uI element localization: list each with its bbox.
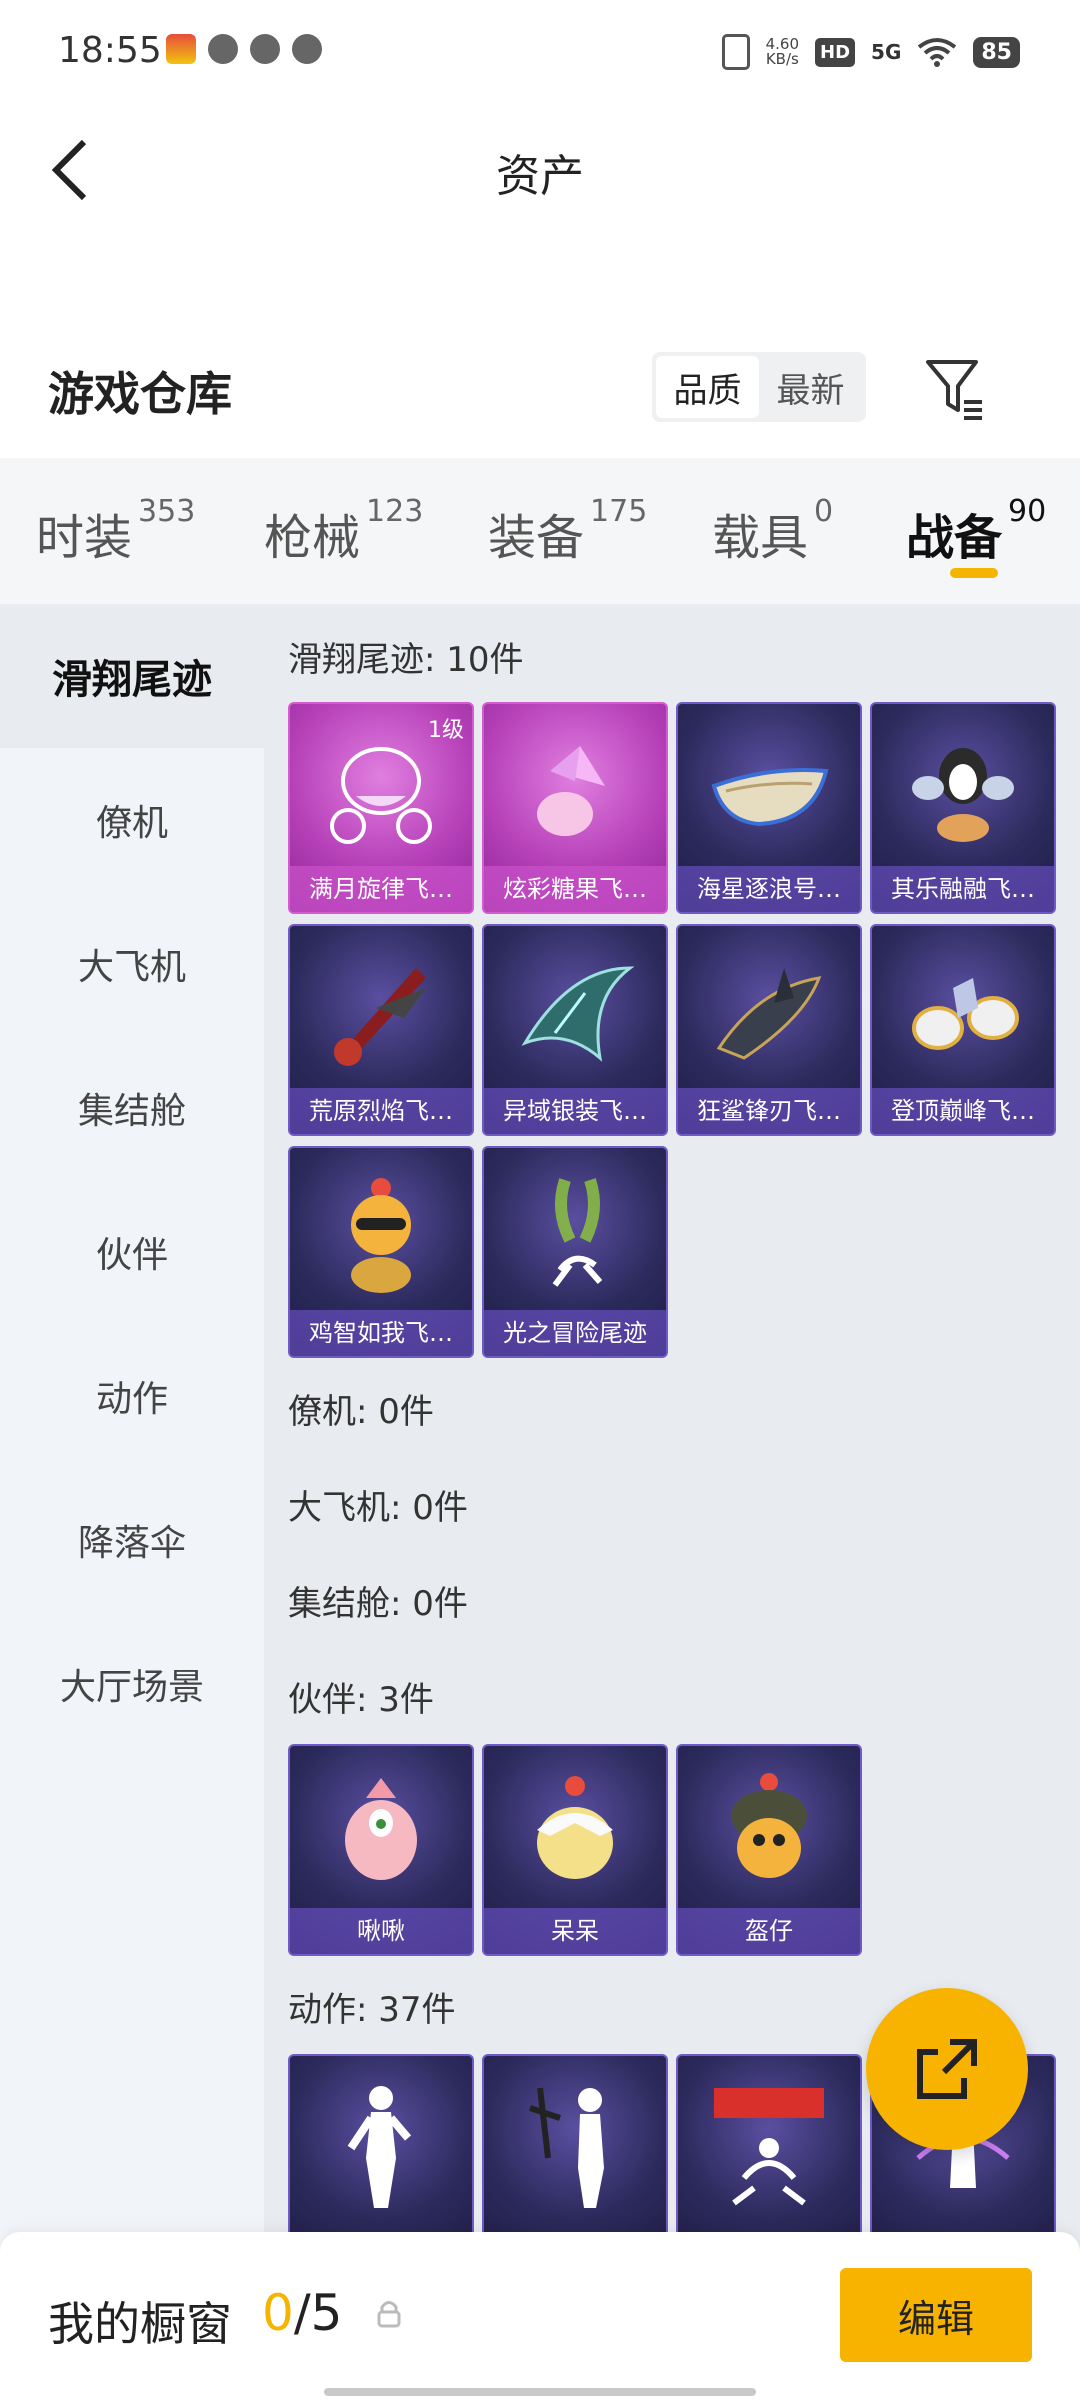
filter-button[interactable] [920, 352, 990, 422]
carriage-icon [330, 747, 432, 844]
status-time: 18:55 [58, 30, 162, 71]
tab-vehicles[interactable]: 载具 0 [712, 494, 833, 568]
calligraphy-figure-icon [529, 2087, 604, 2208]
item-name: 盔仔 [678, 1908, 860, 1954]
share-icon [917, 2039, 977, 2099]
section-title-pod: 集结舱: 0件 [288, 1584, 468, 1624]
tab-fashion[interactable]: 时装 353 [36, 494, 195, 568]
lock-icon [377, 2301, 401, 2328]
item-name: 呆呆 [484, 1908, 666, 1954]
shark-icon [716, 968, 822, 1060]
sidebar-item-emote[interactable]: 动作 [0, 1324, 264, 1468]
item-card[interactable]: 其乐融融飞… [870, 702, 1056, 914]
showcase-label: 我的橱窗 [48, 2297, 232, 2351]
spider-figure-icon [714, 2088, 824, 2206]
wechat-icon [208, 34, 238, 64]
tab-guns[interactable]: 枪械 123 [264, 494, 423, 568]
network-speed: 4.60 KB/s [765, 35, 800, 68]
penguin-icon [912, 748, 1014, 842]
section-title-glide: 滑翔尾迹: 10件 [288, 640, 524, 680]
pink-bird-icon [345, 1778, 417, 1880]
item-card[interactable]: 啾啾 [288, 1744, 474, 1956]
warehouse-title: 游戏仓库 [48, 367, 232, 421]
item-card[interactable]: 1级 满月旋律飞… [288, 702, 474, 914]
tab-readiness[interactable]: 战备 90 [906, 494, 1046, 568]
item-name: 满月旋律飞… [290, 866, 472, 912]
item-name: 其乐融融飞… [872, 866, 1054, 912]
tab-equipment[interactable]: 装备 175 [488, 494, 647, 568]
sidebar-item-glide-trail[interactable]: 滑翔尾迹 [0, 604, 264, 748]
item-name: 荒原烈焰飞… [290, 1088, 472, 1134]
item-name: 狂鲨锋刃飞… [678, 1088, 860, 1134]
level-badge: 1级 [428, 718, 464, 743]
hd-icon: HD [815, 37, 856, 67]
showcase-count: 0/5 [262, 2284, 343, 2342]
item-name: 鸡智如我飞… [290, 1310, 472, 1356]
message-icon [292, 34, 322, 64]
item-card[interactable]: 海星逐浪号… [676, 702, 862, 914]
filter-icon [926, 360, 982, 420]
game-app-icon [166, 34, 196, 64]
item-card[interactable]: 登顶巅峰飞… [870, 924, 1056, 1136]
battery-icon: 85 [973, 36, 1020, 68]
item-name: 异域银装飞… [484, 1088, 666, 1134]
status-bar: 18:55 4.60 KB/s HD 5G 85 [0, 0, 1080, 100]
item-name: 啾啾 [290, 1908, 472, 1954]
edit-button[interactable]: 编辑 [840, 2268, 1032, 2362]
browser-icon [250, 34, 280, 64]
sidebar-item-plane[interactable]: 大飞机 [0, 892, 264, 1036]
home-indicator [324, 2388, 756, 2396]
page-title: 资产 [496, 151, 584, 202]
candy-icon [537, 746, 605, 836]
item-card[interactable]: 炫彩糖果飞… [482, 702, 668, 914]
section-title-plane: 大飞机: 0件 [288, 1488, 468, 1528]
item-name: 登顶巅峰飞… [872, 1088, 1054, 1134]
share-button[interactable] [866, 1988, 1028, 2150]
section-title-emote: 动作: 37件 [288, 1990, 456, 2030]
section-title-wingman: 僚机: 0件 [288, 1392, 434, 1432]
bottom-bar: 我的橱窗 0/5 编辑 [0, 2232, 1080, 2400]
signal-icon: 5G [871, 40, 902, 64]
item-card[interactable]: 狂鲨锋刃飞… [676, 924, 862, 1136]
sidebar-item-companion[interactable]: 伙伴 [0, 1180, 264, 1324]
sort-option-latest[interactable]: 最新 [759, 356, 862, 418]
item-name: 海星逐浪号… [678, 866, 860, 912]
sidebar-item-pod[interactable]: 集结舱 [0, 1036, 264, 1180]
item-name: 光之冒险尾迹 [484, 1310, 666, 1356]
chicken-icon [351, 1178, 411, 1293]
wifi-icon [918, 38, 957, 67]
item-card[interactable]: 鸡智如我飞… [288, 1146, 474, 1358]
sidebar: 滑翔尾迹 僚机 大飞机 集结舱 伙伴 动作 降落伞 大厅场景 [0, 604, 264, 2400]
item-card[interactable]: 光之冒险尾迹 [482, 1146, 668, 1358]
vibrate-icon [721, 34, 750, 70]
chick-icon [537, 1776, 613, 1879]
tab-indicator [950, 568, 998, 578]
pose-figure-icon [347, 2086, 412, 2208]
sidebar-item-wingman[interactable]: 僚机 [0, 748, 264, 892]
rocket-icon [912, 978, 1019, 1050]
item-card[interactable]: 荒原烈焰飞… [288, 924, 474, 1136]
jet-icon [334, 968, 426, 1066]
sidebar-item-parachute[interactable]: 降落伞 [0, 1468, 264, 1612]
sort-toggle: 品质 最新 [652, 352, 866, 422]
item-card[interactable]: 呆呆 [482, 1744, 668, 1956]
sidebar-item-lobby-scene[interactable]: 大厅场景 [0, 1612, 264, 1756]
section-title-companion: 伙伴: 3件 [288, 1680, 434, 1720]
notification-icons [166, 34, 322, 64]
category-tabs: 时装 353 枪械 123 装备 175 载具 0 战备 90 [0, 458, 1080, 604]
item-name: 炫彩糖果飞… [484, 866, 666, 912]
boat-icon [711, 768, 829, 827]
wing-icon [521, 966, 635, 1062]
item-card[interactable]: 异域银装飞… [482, 924, 668, 1136]
helmet-chick-icon [731, 1773, 807, 1878]
item-card[interactable]: 盔仔 [676, 1744, 862, 1956]
sort-option-quality[interactable]: 品质 [656, 356, 759, 418]
smoke-trail-icon [552, 1178, 603, 1287]
